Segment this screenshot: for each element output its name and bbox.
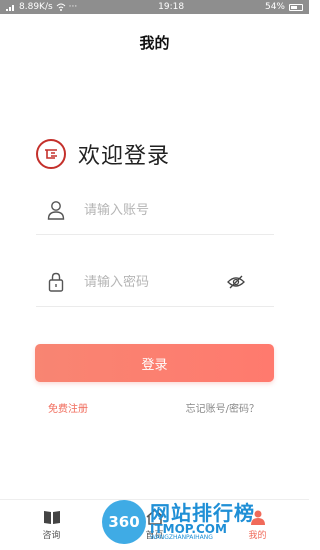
- tab-label: 咨询: [42, 531, 61, 541]
- battery-percent: 54%: [264, 2, 285, 12]
- forgot-password-link[interactable]: 忘记账号/密码？: [186, 400, 259, 415]
- page-title: 我的: [139, 34, 170, 52]
- eye-off-icon[interactable]: [226, 272, 246, 292]
- password-input[interactable]: [84, 274, 214, 290]
- register-link[interactable]: 免费注册: [48, 400, 88, 415]
- status-left: 8.89K/s ···: [6, 2, 77, 12]
- brand-logo-icon: [36, 139, 66, 169]
- account-field: [36, 186, 274, 235]
- status-bar: 8.89K/s ··· 19:18 54%: [0, 0, 309, 14]
- tab-label: 首页: [145, 531, 164, 541]
- account-input[interactable]: [84, 202, 214, 218]
- tab-mine[interactable]: 我的: [206, 500, 309, 550]
- book-icon: [43, 509, 61, 525]
- signal-icon: [6, 5, 14, 11]
- bottom-tab-bar: 咨询 首页 我的: [0, 499, 309, 550]
- network-speed: 8.89K/s: [19, 2, 53, 12]
- tab-home[interactable]: 首页: [103, 500, 206, 550]
- login-button[interactable]: 登录: [35, 344, 274, 382]
- status-right: 54%: [265, 2, 303, 12]
- user-icon: [46, 200, 66, 220]
- wifi-icon: [56, 3, 66, 11]
- user-icon: [249, 509, 267, 525]
- welcome-section: 欢迎登录: [36, 138, 170, 170]
- status-time: 19:18: [158, 2, 185, 12]
- lock-icon: [46, 272, 66, 292]
- welcome-title: 欢迎登录: [78, 144, 171, 169]
- battery-icon: [289, 3, 303, 11]
- home-icon: [146, 509, 164, 525]
- password-field: [36, 258, 274, 307]
- tab-label: 我的: [248, 531, 267, 541]
- status-dots: ···: [68, 2, 78, 12]
- tab-consult[interactable]: 咨询: [0, 500, 103, 550]
